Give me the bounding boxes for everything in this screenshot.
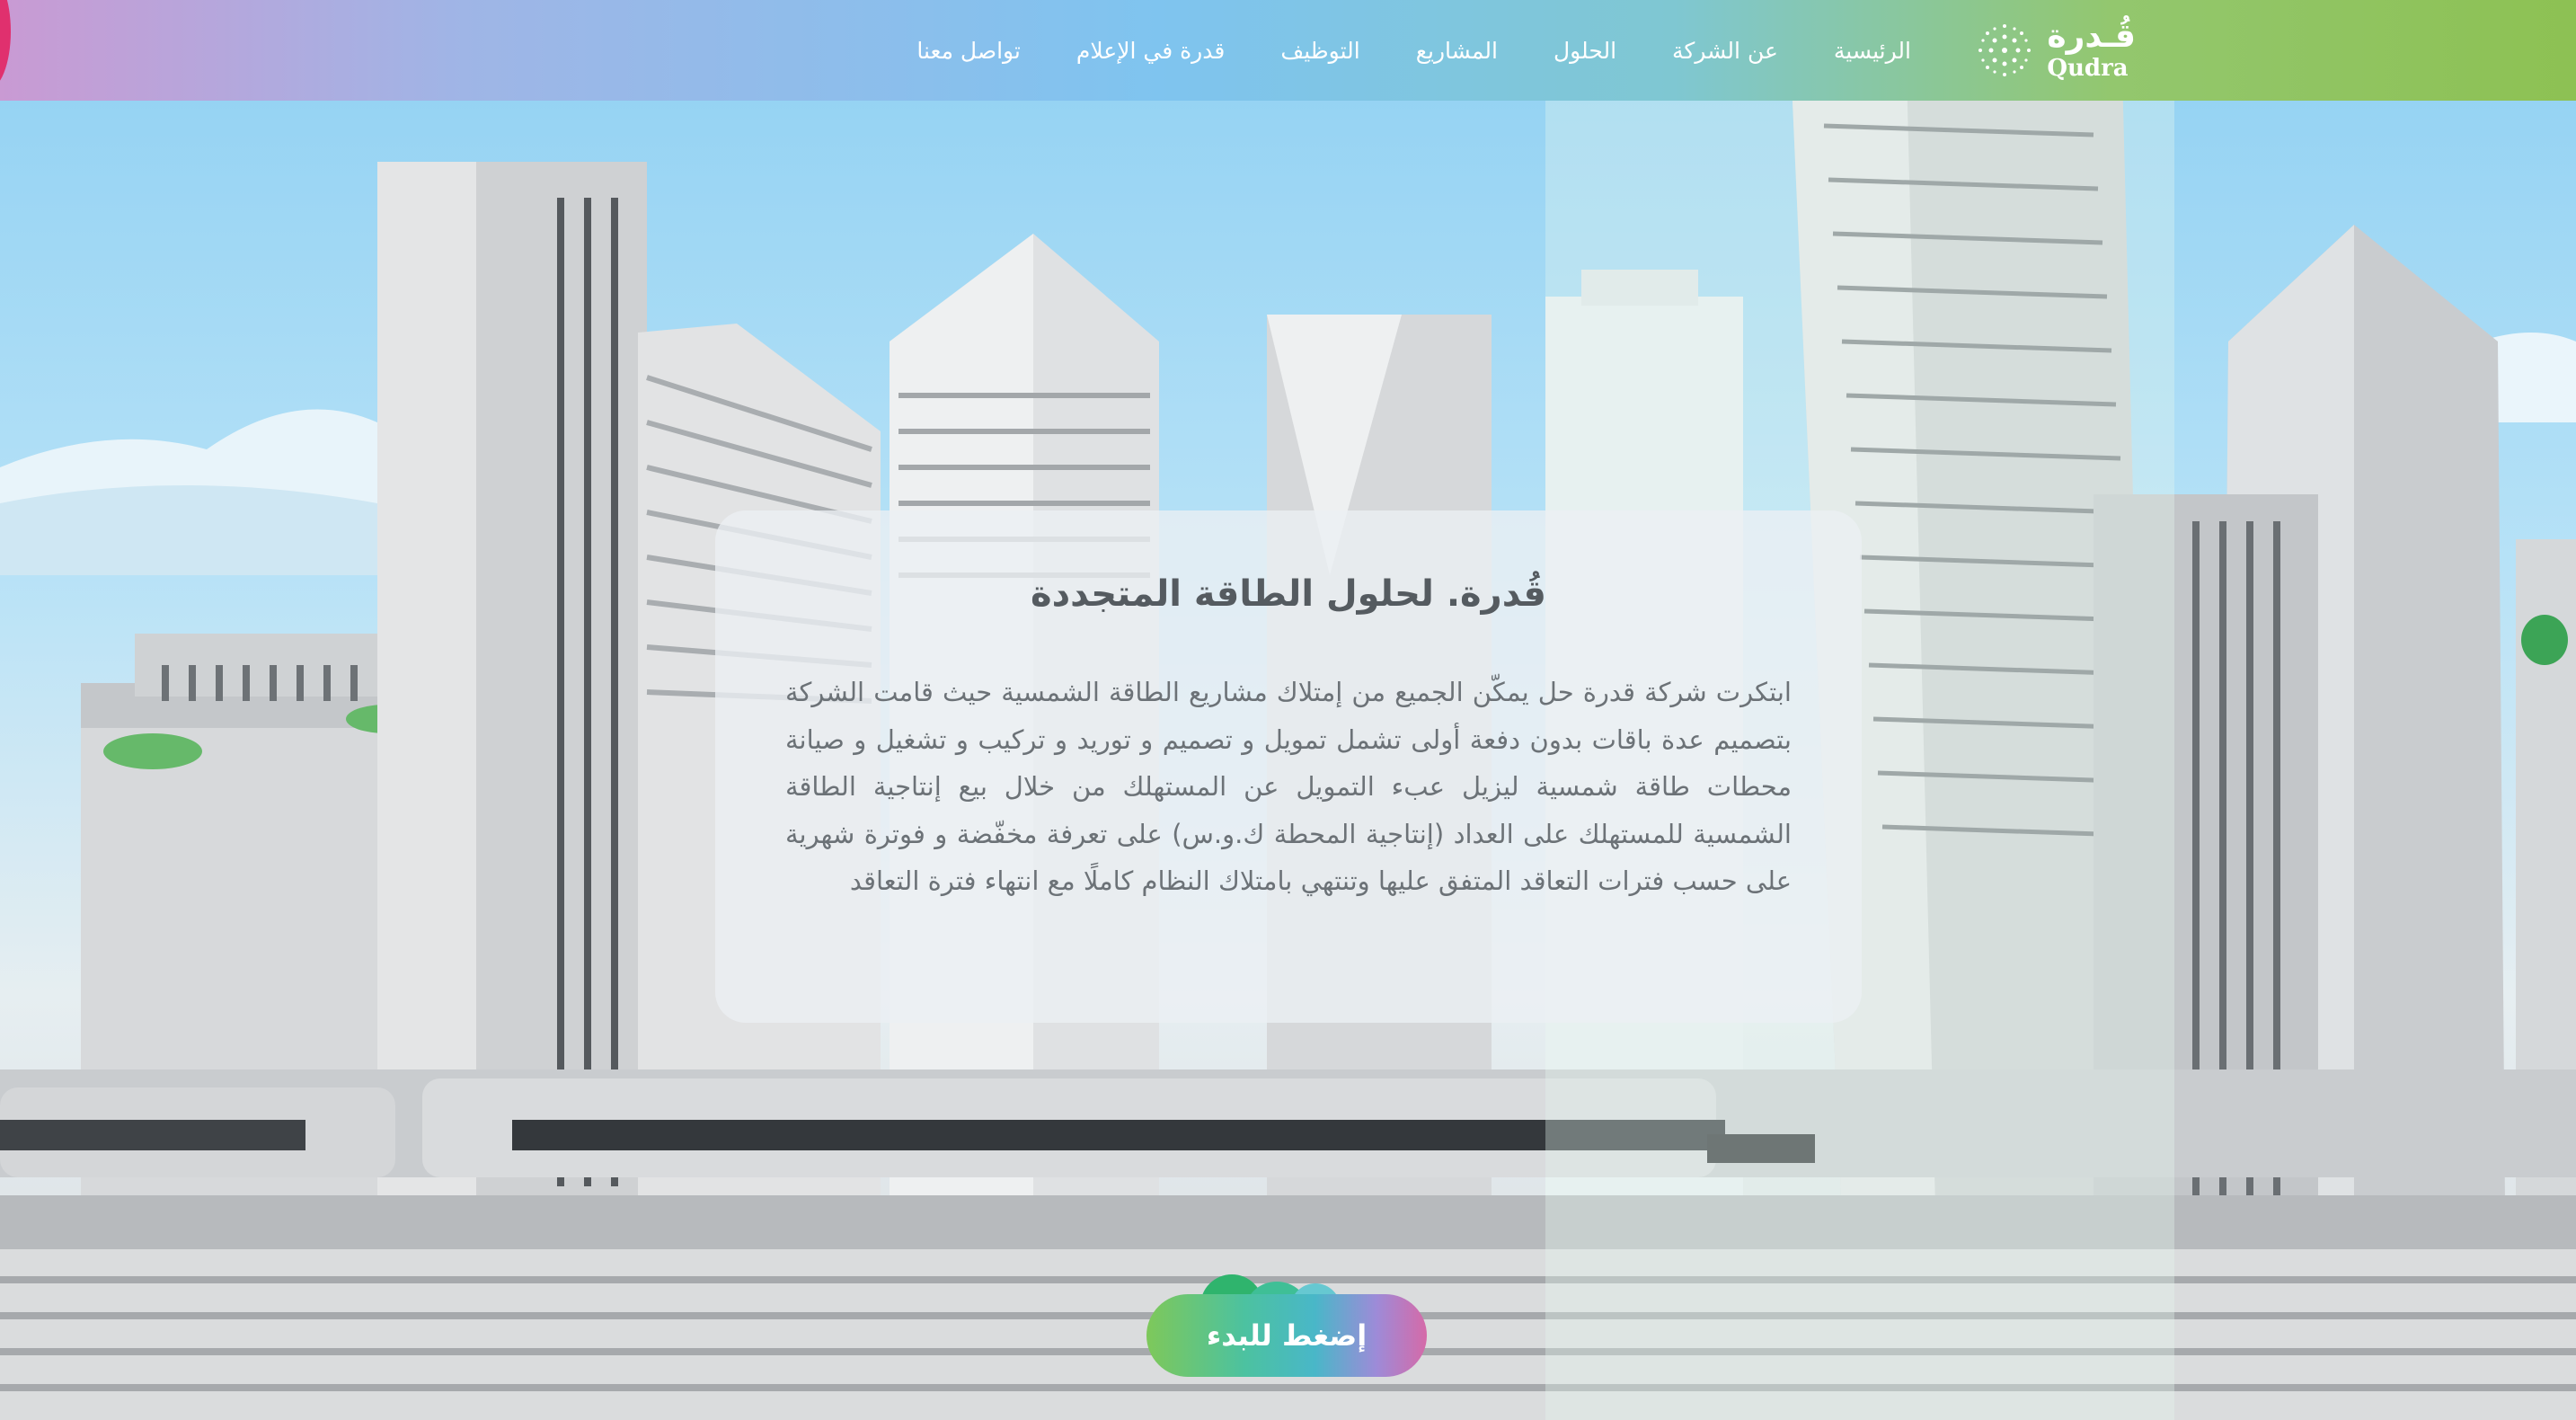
nav-item-home[interactable]: الرئيسية <box>1834 38 1911 64</box>
nav-item-media[interactable]: قدرة في الإعلام <box>1076 38 1225 64</box>
hero-description: ابتكرت شركة قدرة حل يمكّن الجميع من إمتل… <box>785 677 1792 896</box>
brand-name-english: Qudra <box>2047 55 2129 82</box>
main-menu: الرئيسية عن الشركة الحلول المشاريع التوظ… <box>916 0 1911 101</box>
top-navigation-bar: قُـدرة Qudra الرئيسية عن الشركة الحلول ا… <box>0 0 2576 101</box>
brand-logo[interactable]: قُـدرة Qudra <box>1973 16 2136 84</box>
nav-item-careers[interactable]: التوظيف <box>1280 38 1359 64</box>
start-button-wrapper: إضغط للبدء <box>1146 1274 1427 1400</box>
hero-title: قُدرة. لحلول الطاقة المتجددة <box>1031 573 1546 615</box>
nav-item-about[interactable]: عن الشركة <box>1672 38 1778 64</box>
brand-name-arabic: قُـدرة <box>2047 18 2136 55</box>
nav-item-solutions[interactable]: الحلول <box>1554 38 1616 64</box>
nav-item-projects[interactable]: المشاريع <box>1416 38 1498 64</box>
start-button[interactable]: إضغط للبدء <box>1146 1294 1427 1377</box>
brand-name: قُـدرة Qudra <box>2047 18 2136 82</box>
sun-burst-icon <box>1978 24 2032 76</box>
hero-card: قُدرة. لحلول الطاقة المتجددة ابتكرت شركة… <box>715 510 1862 1023</box>
nav-item-contact[interactable]: تواصل معنا <box>916 38 1021 64</box>
